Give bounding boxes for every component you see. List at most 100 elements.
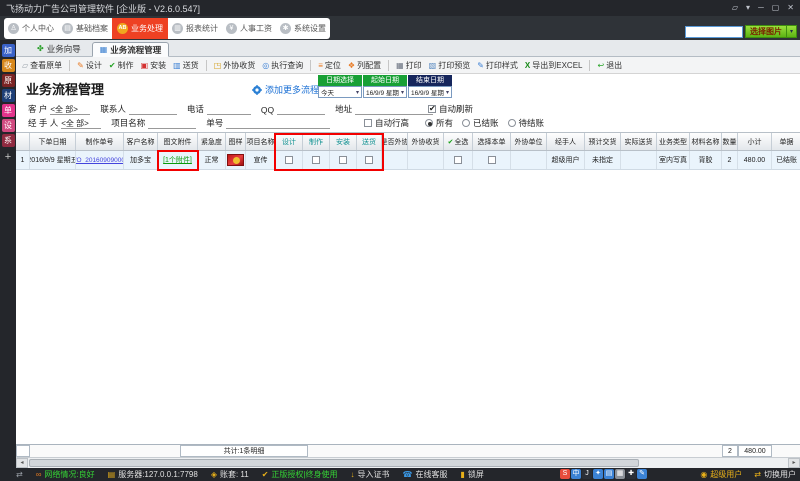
col-attachment[interactable]: 图文附件 [158, 133, 198, 150]
nav-tab-system-settings[interactable]: ✱系统设置 [276, 18, 330, 39]
cell-select-order-checkbox[interactable] [488, 156, 496, 164]
radio-unsettled-button[interactable] [508, 119, 516, 127]
table-row[interactable]: 12016/9/9 星期五WO_201609090003加多宝[1个附件]正常宣… [16, 151, 800, 170]
auto-row-height-option[interactable]: 自动行高 [364, 117, 409, 129]
col-outsource-receive[interactable]: 外协收货 [408, 133, 444, 150]
nav-tab-basic-archives[interactable]: ▤基础档案 [58, 18, 112, 39]
auto-row-height-checkbox[interactable] [364, 119, 372, 127]
skin-file-icon[interactable]: ▱ [732, 2, 738, 14]
auto-refresh-checkbox[interactable] [428, 105, 436, 113]
date-preset-select[interactable]: 今天▾ [318, 86, 362, 98]
nav-tab-personal-center[interactable]: ♙个人中心 [4, 18, 58, 39]
select-image-dropdown-icon[interactable]: ▾ [787, 25, 797, 38]
ime-icon-4[interactable]: ▤ [604, 469, 614, 479]
customer-input[interactable]: <全 部> [50, 104, 90, 115]
ime-icon-5[interactable]: ▦ [615, 469, 625, 479]
side-quick-add[interactable]: 加 [2, 44, 15, 57]
col-quantity[interactable]: 数量 [722, 133, 738, 150]
col-design[interactable]: 设计 [276, 133, 303, 150]
col-row-num[interactable] [16, 133, 30, 150]
side-quick-system[interactable]: 系 [2, 134, 15, 147]
maximize-icon[interactable]: ▢ [772, 2, 780, 14]
toolbar-locate-button[interactable]: ≡定位 [318, 60, 341, 71]
status-account-set[interactable]: ◈账套: 11 [211, 469, 249, 480]
radio-settled-button[interactable] [462, 119, 470, 127]
status-import-cert[interactable]: ↓导入证书 [351, 469, 390, 480]
select-all-check-icon[interactable]: ✔ [448, 138, 454, 146]
toolbar-deliver-button[interactable]: ▥送货 [173, 60, 199, 71]
add-more-flows-link[interactable]: 添加更多流程 [252, 83, 319, 96]
nav-tab-hr-payroll[interactable]: ¥人事工资 [222, 18, 276, 39]
select-image-button[interactable]: 选择图片 [745, 25, 787, 38]
status-sync[interactable]: ⇄ [16, 470, 23, 479]
col-customer-name[interactable]: 客户名称 [124, 133, 158, 150]
auto-refresh-option[interactable]: 自动刷新 [428, 103, 473, 115]
toolbar-design-button[interactable]: ✎设计 [77, 60, 102, 71]
nav-tab-business-processing[interactable]: AB业务处理 [112, 18, 168, 39]
radio-all-button[interactable] [425, 119, 433, 127]
status-lock-screen[interactable]: ▮锁屏 [460, 469, 483, 480]
doc-tab-business-process-management[interactable]: ▦业务流程管理 [92, 42, 170, 57]
col-business-type[interactable]: 业务类型 [657, 133, 690, 150]
contact-input[interactable] [129, 104, 177, 115]
project-input[interactable] [148, 118, 196, 129]
col-select-all[interactable]: ✔全选 [444, 133, 473, 150]
cell-select-all-checkbox[interactable] [454, 156, 462, 164]
side-quick-design[interactable]: 设 [2, 119, 15, 132]
status-current-user[interactable]: ◉超级用户 [700, 469, 742, 480]
nav-tab-report-statistics[interactable]: ▥报表统计 [168, 18, 222, 39]
col-outsourced[interactable]: 是否外协 [382, 133, 408, 150]
toolbar-outsource-receive-button[interactable]: ◳外协收货 [214, 60, 256, 71]
col-material-name[interactable]: 材料名称 [690, 133, 722, 150]
status-server[interactable]: ▤服务器:127.0.0.1:7798 [108, 469, 198, 480]
side-quick-order[interactable]: 单 [2, 104, 15, 117]
toolbar-column-config-button[interactable]: ❖列配置 [348, 60, 381, 71]
phone-input[interactable] [207, 104, 251, 115]
radio-all[interactable]: 所有 [425, 117, 453, 129]
col-produce[interactable]: 制作 [303, 133, 330, 150]
status-network-status[interactable]: ∞网络情况:良好 [36, 469, 95, 480]
ime-icon-6[interactable]: ✚ [626, 469, 636, 479]
add-quick-button-icon[interactable]: + [5, 151, 11, 163]
col-handler[interactable]: 经手人 [547, 133, 585, 150]
skin-dropdown-icon[interactable]: ▾ [746, 2, 750, 14]
col-doc-status[interactable]: 单据 [772, 133, 800, 150]
toolbar-exit-button[interactable]: ↩退出 [597, 60, 622, 71]
scrollbar-thumb[interactable] [29, 459, 639, 467]
cell-design-checkbox[interactable] [285, 156, 293, 164]
attachment-link[interactable]: [1个附件] [163, 155, 192, 165]
doc-tab-business-wizard[interactable]: ✤业务向导 [30, 41, 88, 56]
col-urgency[interactable]: 紧急度 [198, 133, 226, 150]
toolbar-view-original-button[interactable]: ▱查看原单 [22, 60, 62, 71]
col-work-order-no[interactable]: 制作单号 [76, 133, 124, 150]
col-sample[interactable]: 图样 [226, 133, 246, 150]
col-install[interactable]: 安装 [330, 133, 357, 150]
cell-deliver-checkbox[interactable] [365, 156, 373, 164]
scroll-right-icon[interactable]: ▸ [788, 458, 800, 468]
col-subtotal[interactable]: 小计 [738, 133, 772, 150]
radio-unsettled[interactable]: 待结账 [508, 117, 545, 129]
minimize-icon[interactable]: ─ [758, 2, 764, 14]
radio-settled[interactable]: 已结账 [462, 117, 499, 129]
toolbar-print-button[interactable]: ▦打印 [396, 60, 422, 71]
col-select-order[interactable]: 选择本单 [473, 133, 511, 150]
col-actual-delivery[interactable]: 实际送货 [621, 133, 657, 150]
col-outsource-unit[interactable]: 外协单位 [511, 133, 547, 150]
status-switch-user[interactable]: ⇄切换用户 [754, 469, 796, 480]
ime-icon-1[interactable]: 中 [571, 469, 581, 479]
toolbar-install-button[interactable]: ▣安装 [141, 60, 167, 71]
cell-install-checkbox[interactable] [339, 156, 347, 164]
col-deliver[interactable]: 送货 [357, 133, 382, 150]
toolbar-print-preview-button[interactable]: ▧打印预览 [429, 60, 471, 71]
work-order-link[interactable]: WO_201609090003 [76, 157, 124, 164]
sample-thumbnail-image[interactable] [227, 154, 244, 166]
toolbar-produce-button[interactable]: ✔制作 [109, 60, 134, 71]
image-path-input[interactable] [685, 26, 743, 38]
ime-icon-2[interactable]: J [582, 469, 592, 479]
qq-input[interactable] [277, 104, 325, 115]
status-online-service[interactable]: ☎在线客服 [403, 469, 448, 480]
handler-input[interactable]: <全 部> [61, 118, 101, 129]
scroll-left-icon[interactable]: ◂ [16, 458, 28, 468]
cell-produce-checkbox[interactable] [312, 156, 320, 164]
side-quick-original[interactable]: 原 [2, 74, 15, 87]
